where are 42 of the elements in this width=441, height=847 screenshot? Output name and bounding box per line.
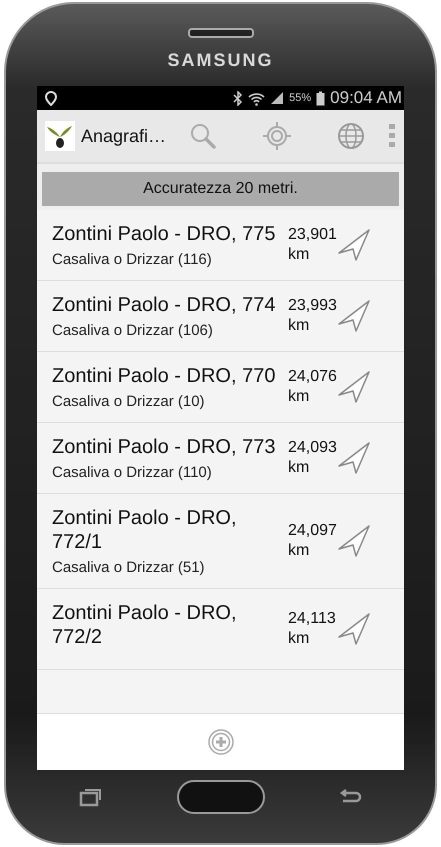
row-subtitle: Casaliva o Drizzar (116) <box>52 251 213 268</box>
distance-label: 24,076 km <box>288 367 336 407</box>
search-button[interactable] <box>188 122 217 150</box>
navigation-arrow-icon[interactable] <box>336 523 372 559</box>
row-subtitle: Casaliva o Drizzar (51) <box>52 559 206 576</box>
navigation-arrow-icon[interactable] <box>336 227 372 263</box>
row-subtitle: Casaliva o Drizzar (110) <box>52 464 213 481</box>
battery-percent: 55% <box>289 92 312 104</box>
location-pin-icon <box>45 90 57 106</box>
home-button[interactable] <box>176 780 264 814</box>
distance-label: 24,093 km <box>288 438 336 478</box>
overflow-menu-button[interactable] <box>388 123 396 149</box>
row-title: Zontini Paolo - DRO, 775 <box>52 222 276 246</box>
row-subtitle: Casaliva o Drizzar (10) <box>52 393 206 410</box>
olive-logo-icon <box>45 121 75 151</box>
distance-label: 24,113 km <box>288 609 336 649</box>
navigation-arrow-icon[interactable] <box>336 298 372 334</box>
wifi-icon <box>248 90 266 106</box>
brand-logo: SAMSUNG <box>167 50 274 71</box>
row-title: Zontini Paolo - DRO, 772/1 <box>52 506 238 554</box>
recent-apps-button[interactable] <box>79 786 103 806</box>
app-title: Anagrafi… <box>81 126 166 146</box>
row-title: Zontini Paolo - DRO, 772/2 <box>52 601 238 649</box>
distance-label: 24,097 km <box>288 521 336 561</box>
navigation-arrow-icon[interactable] <box>336 611 372 647</box>
globe-button[interactable] <box>337 122 366 150</box>
accuracy-banner: Accuratezza 20 metri. <box>42 172 399 206</box>
row-title: Zontini Paolo - DRO, 773 <box>52 435 276 459</box>
crosshair-button[interactable] <box>262 121 292 151</box>
row-subtitle: Casaliva o Drizzar (106) <box>52 322 214 339</box>
clock: 09:04 AM <box>330 88 402 108</box>
distance-label: 23,901 km <box>288 225 336 265</box>
bluetooth-icon <box>233 90 244 106</box>
signal-icon <box>270 91 284 105</box>
row-title: Zontini Paolo - DRO, 774 <box>52 293 276 317</box>
speaker-grille <box>188 28 254 38</box>
navigation-arrow-icon[interactable] <box>336 369 372 405</box>
distance-label: 23,993 km <box>288 296 336 336</box>
navigation-arrow-icon[interactable] <box>336 440 372 476</box>
battery-icon <box>316 90 326 106</box>
add-button[interactable] <box>208 729 234 755</box>
row-title: Zontini Paolo - DRO, 770 <box>52 364 276 388</box>
